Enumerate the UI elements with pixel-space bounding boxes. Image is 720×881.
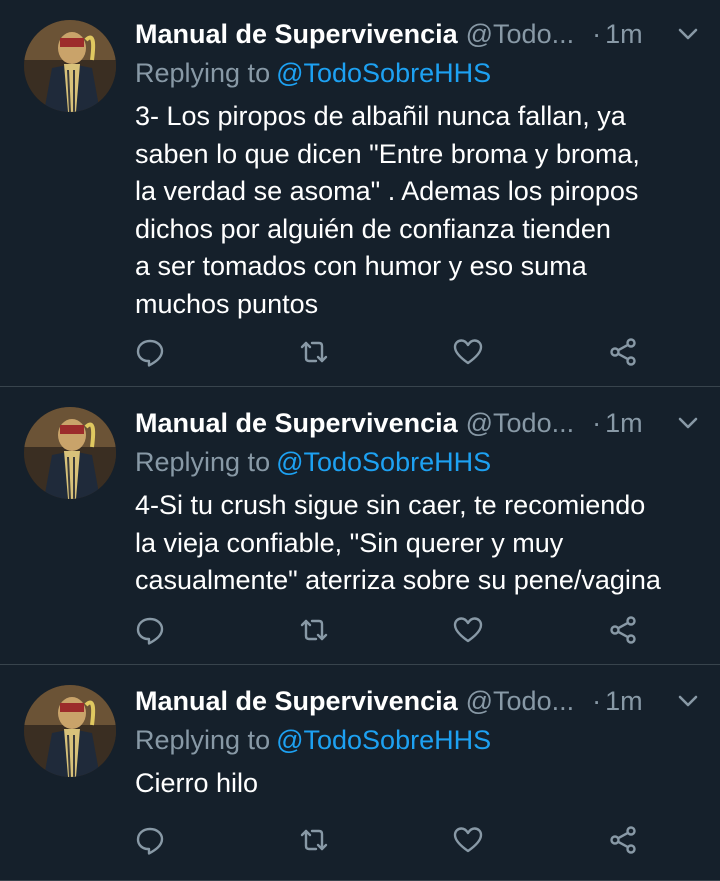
mention-link[interactable]: @TodoSobreHHS (276, 58, 491, 88)
retweet-icon[interactable] (296, 822, 332, 858)
tweet[interactable]: Manual de Supervivencia @Todo... · 1m Re… (0, 387, 720, 665)
tweet[interactable]: Manual de Supervivencia @Todo... · 1m Re… (0, 665, 720, 881)
retweet-icon[interactable] (296, 612, 332, 648)
retweet-icon[interactable] (296, 334, 332, 370)
user-handle[interactable]: @Todo... (466, 686, 574, 717)
replying-to: Replying to @TodoSobreHHS (135, 58, 491, 89)
separator-dot: · (592, 18, 602, 49)
display-name[interactable]: Manual de Supervivencia (135, 19, 458, 50)
timestamp[interactable]: 1m (605, 686, 643, 717)
separator-dot: · (592, 407, 602, 438)
tweet-text: 3- Los piropos de albañil nunca fallan, … (135, 101, 640, 319)
heart-icon[interactable] (450, 822, 486, 858)
share-icon[interactable] (606, 612, 642, 648)
chevron-down-icon[interactable] (676, 16, 700, 52)
replying-to-label: Replying to (135, 58, 271, 88)
heart-icon[interactable] (450, 334, 486, 370)
tweet-header: Manual de Supervivencia @Todo... · 1m (135, 405, 700, 441)
separator-dot: · (592, 685, 602, 716)
tweet-header: Manual de Supervivencia @Todo... · 1m (135, 16, 700, 52)
tweet-actions (0, 334, 720, 370)
chevron-down-icon[interactable] (676, 405, 700, 441)
tweet-actions (0, 822, 720, 858)
mention-link[interactable]: @TodoSobreHHS (276, 725, 491, 755)
replying-to: Replying to @TodoSobreHHS (135, 447, 491, 478)
display-name[interactable]: Manual de Supervivencia (135, 408, 458, 439)
tweet-text: Cierro hilo (135, 768, 259, 798)
replying-to-label: Replying to (135, 447, 271, 477)
tweet-header: Manual de Supervivencia @Todo... · 1m (135, 683, 700, 719)
display-name[interactable]: Manual de Supervivencia (135, 686, 458, 717)
avatar[interactable] (24, 407, 116, 499)
mention-link[interactable]: @TodoSobreHHS (276, 447, 491, 477)
avatar-image (24, 685, 116, 777)
reply-icon[interactable] (132, 822, 168, 858)
avatar[interactable] (24, 20, 116, 112)
avatar[interactable] (24, 685, 116, 777)
tweet[interactable]: Manual de Supervivencia @Todo... · 1m Re… (0, 0, 720, 387)
tweet-text: 4-Si tu crush sigue sin caer, te recomie… (135, 490, 661, 595)
avatar-image (24, 20, 116, 112)
tweet-actions (0, 612, 720, 648)
user-handle[interactable]: @Todo... (466, 408, 574, 439)
heart-icon[interactable] (450, 612, 486, 648)
avatar-image (24, 407, 116, 499)
share-icon[interactable] (606, 822, 642, 858)
reply-icon[interactable] (132, 612, 168, 648)
timestamp[interactable]: 1m (605, 19, 643, 50)
timestamp[interactable]: 1m (605, 408, 643, 439)
replying-to-label: Replying to (135, 725, 271, 755)
replying-to: Replying to @TodoSobreHHS (135, 725, 491, 756)
user-handle[interactable]: @Todo... (466, 19, 574, 50)
reply-icon[interactable] (132, 334, 168, 370)
share-icon[interactable] (606, 334, 642, 370)
chevron-down-icon[interactable] (676, 683, 700, 719)
